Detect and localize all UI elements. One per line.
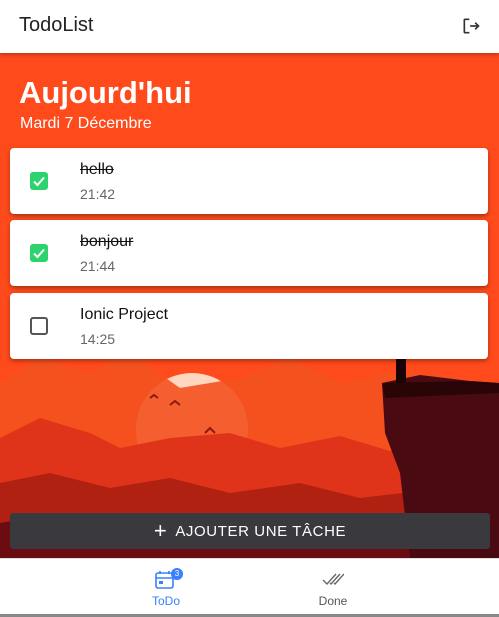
content-area: Aujourd'hui Mardi 7 Décembre hello 21:42…	[0, 53, 499, 558]
task-name: hello	[80, 161, 114, 178]
add-task-button[interactable]: + AJOUTER UNE TÂCHE	[10, 513, 490, 549]
tab-label: ToDo	[151, 594, 180, 608]
add-task-label: AJOUTER UNE TÂCHE	[175, 522, 347, 540]
check-icon	[33, 248, 45, 259]
plus-icon: +	[153, 518, 168, 543]
task-time: 21:44	[80, 258, 116, 274]
task-time: 21:42	[80, 186, 116, 202]
logout-icon	[463, 18, 480, 34]
logout-button[interactable]	[457, 12, 485, 40]
task-item[interactable]: bonjour 21:44	[10, 220, 488, 286]
tab-todo[interactable]: ToDo	[91, 559, 241, 615]
task-name: Ionic Project	[80, 306, 169, 323]
tab-done[interactable]: Done	[258, 559, 408, 615]
task-checkbox[interactable]	[30, 317, 48, 335]
task-item[interactable]: hello 21:42	[10, 148, 488, 214]
check-icon	[33, 176, 45, 187]
double-check-icon	[322, 573, 344, 586]
page-date: Mardi 7 Décembre	[20, 115, 152, 132]
task-name: bonjour	[80, 233, 134, 250]
todo-count-badge: 3	[171, 568, 183, 580]
task-time: 14:25	[80, 331, 116, 347]
app-title: TodoList	[19, 14, 94, 36]
app-toolbar: TodoList	[0, 0, 499, 53]
page-title: Aujourd'hui	[19, 75, 192, 110]
tab-bar: ToDo 3 Done	[0, 558, 499, 615]
task-checkbox[interactable]	[30, 172, 48, 190]
task-checkbox[interactable]	[30, 244, 48, 262]
task-item[interactable]: Ionic Project 14:25	[10, 293, 488, 359]
tab-label: Done	[318, 594, 348, 608]
